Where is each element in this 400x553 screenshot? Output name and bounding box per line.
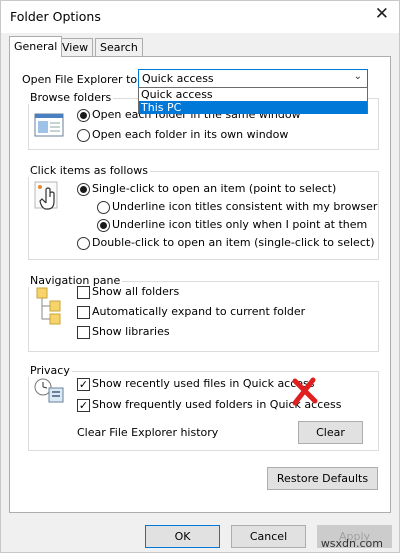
dropdown-option-quick-access[interactable]: Quick access: [139, 88, 367, 101]
single-click-label: Single-click to open an item (point to s…: [92, 182, 337, 195]
frequent-folders-checkbox[interactable]: ✓: [77, 399, 90, 412]
cancel-button[interactable]: Cancel: [231, 525, 306, 548]
browse-folders-title: Browse folders: [28, 91, 114, 104]
folder-options-dialog: Folder Options ✕ General View Search Ope…: [0, 0, 400, 553]
hand-cursor-icon: [34, 181, 58, 210]
underline-point-radio[interactable]: [97, 219, 110, 232]
tab-search[interactable]: Search: [95, 38, 143, 57]
privacy-title: Privacy: [28, 364, 72, 377]
open-explorer-label: Open File Explorer to:: [22, 73, 141, 86]
underline-browser-radio[interactable]: [97, 201, 110, 214]
show-libraries-checkbox[interactable]: [77, 326, 90, 339]
recent-files-label: Show recently used files in Quick access: [92, 377, 315, 390]
click-items-title: Click items as follows: [28, 164, 150, 177]
single-click-radio[interactable]: [77, 183, 90, 196]
clock-documents-icon: [34, 378, 64, 403]
open-explorer-dropdown-list: Quick access This PC: [138, 87, 368, 114]
double-click-label: Double-click to open an item (single-cli…: [92, 236, 375, 249]
dropdown-selected-value: Quick access: [142, 72, 214, 85]
title-bar: Folder Options ✕: [1, 1, 399, 33]
ok-button[interactable]: OK: [145, 525, 220, 548]
auto-expand-label: Automatically expand to current folder: [92, 305, 306, 318]
recent-files-checkbox[interactable]: ✓: [77, 378, 90, 391]
show-all-folders-checkbox[interactable]: [77, 286, 90, 299]
tab-general[interactable]: General: [9, 36, 63, 57]
underline-browser-label: Underline icon titles consistent with my…: [112, 200, 378, 213]
own-window-radio[interactable]: [77, 129, 90, 142]
clear-button[interactable]: Clear: [298, 421, 363, 444]
window-title: Folder Options: [10, 9, 101, 24]
dropdown-option-this-pc[interactable]: This PC: [139, 101, 367, 114]
double-click-radio[interactable]: [77, 237, 90, 250]
folder-tree-icon: [36, 287, 61, 325]
same-window-radio[interactable]: [77, 109, 90, 122]
clear-history-label: Clear File Explorer history: [77, 426, 219, 439]
window-icon: [34, 113, 64, 137]
watermark-text: wsxdn.com: [320, 537, 383, 550]
auto-expand-checkbox[interactable]: [77, 306, 90, 319]
show-all-folders-label: Show all folders: [92, 285, 180, 298]
close-icon[interactable]: ✕: [375, 4, 389, 24]
tab-view[interactable]: View: [57, 38, 94, 57]
underline-point-label: Underline icon titles only when I point …: [112, 218, 368, 231]
show-libraries-label: Show libraries: [92, 325, 170, 338]
own-window-label: Open each folder in its own window: [92, 128, 289, 141]
chevron-down-icon[interactable]: ⌄: [354, 71, 362, 82]
restore-defaults-button[interactable]: Restore Defaults: [267, 467, 378, 490]
red-x-mark-icon: [292, 377, 318, 406]
open-explorer-dropdown[interactable]: Quick access ⌄: [138, 69, 368, 88]
